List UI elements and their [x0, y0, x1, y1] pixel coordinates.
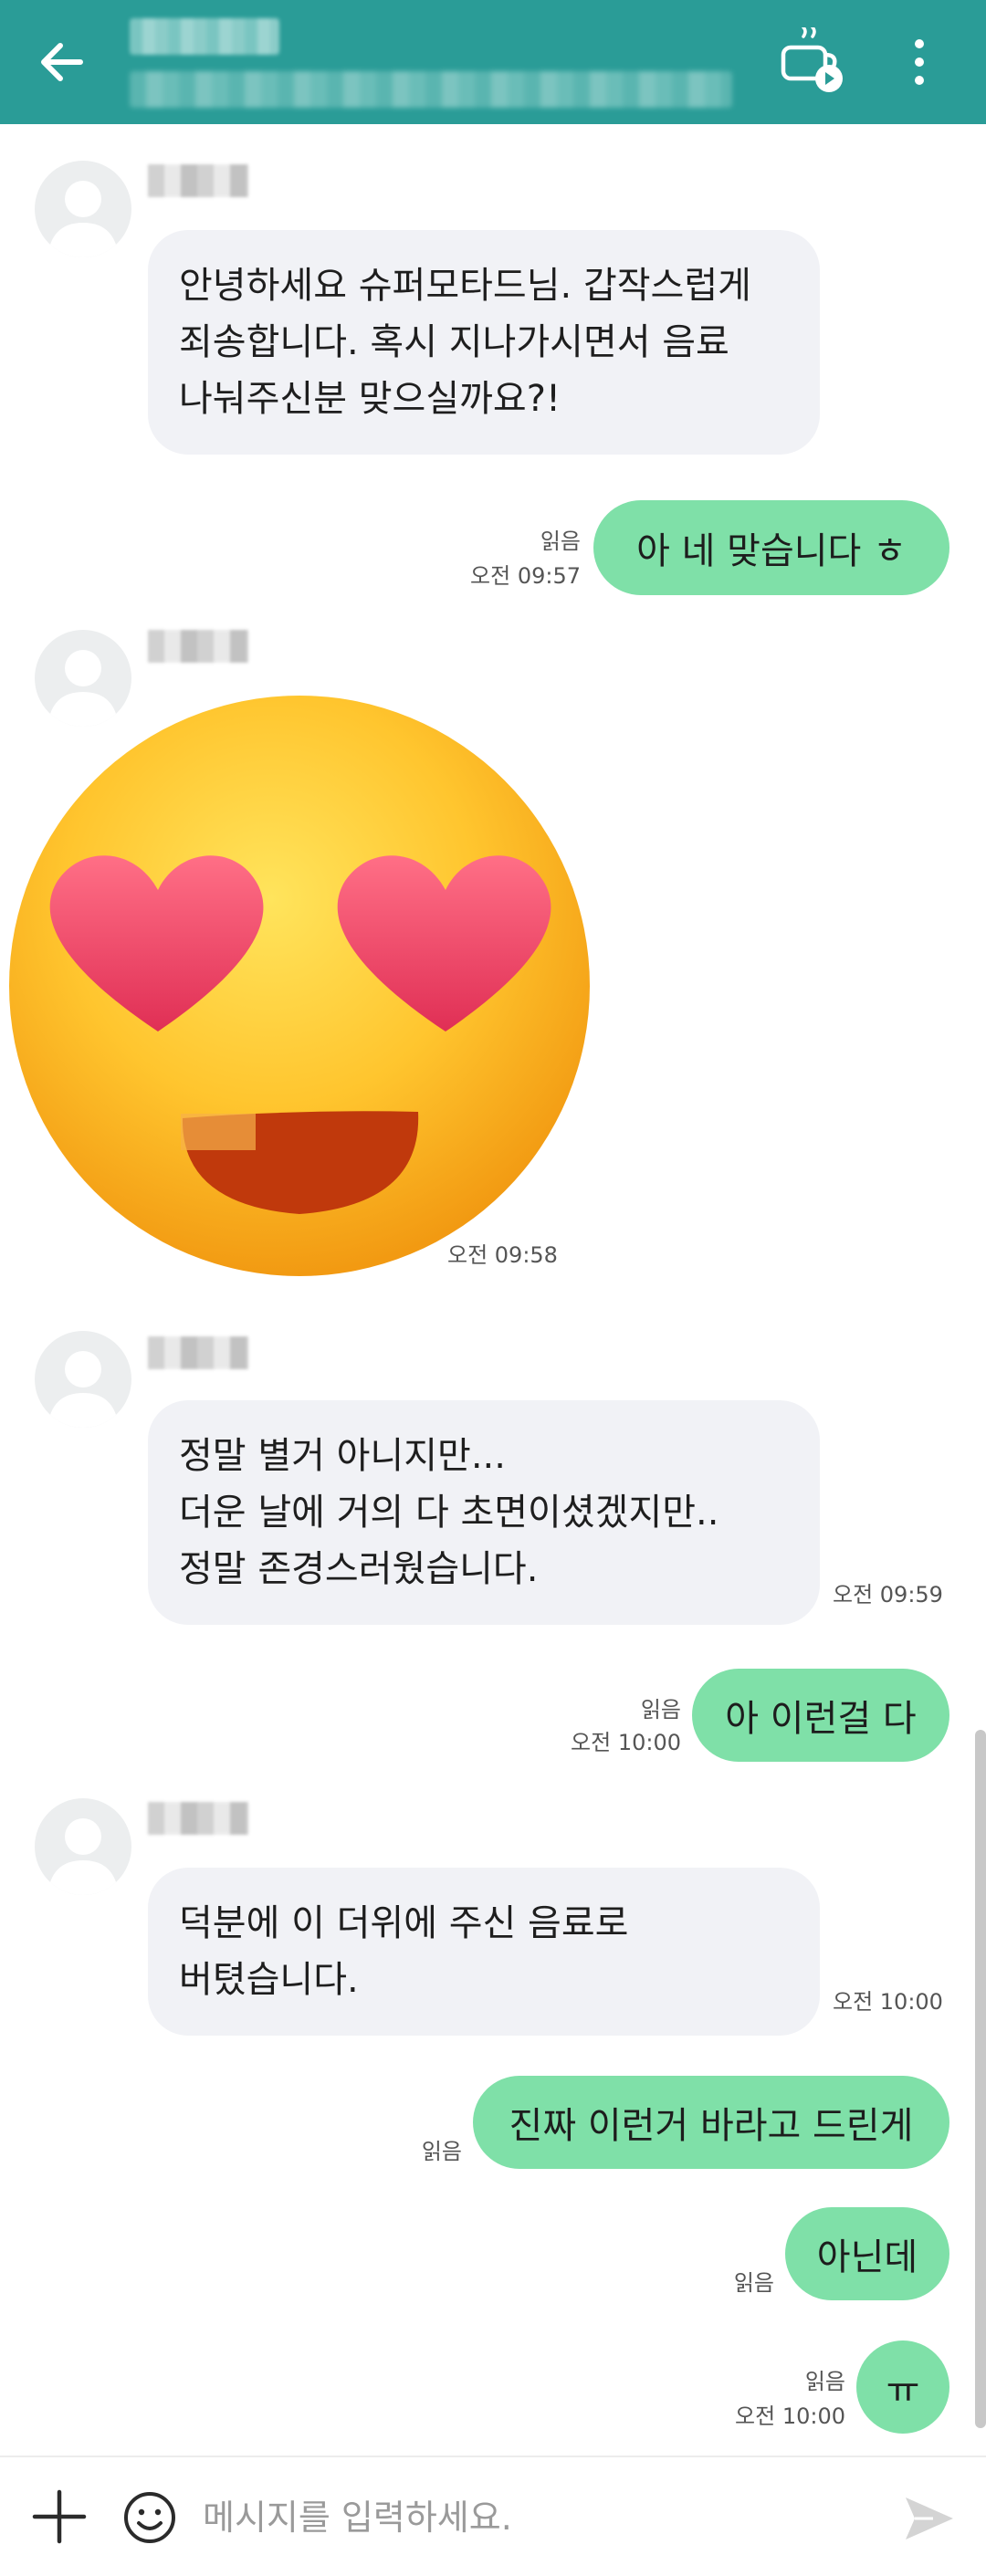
message-bubble-incoming[interactable]: 안녕하세요 슈퍼모타드님. 갑작스럽게 죄송합니다. 혹시 지나가시면서 음료 …: [148, 230, 820, 455]
message-bubble-incoming[interactable]: 덕분에 이 더위에 주신 음료로 버텼습니다.: [148, 1868, 820, 2036]
plus-icon: [32, 2489, 87, 2544]
back-button[interactable]: [33, 33, 91, 91]
sender-name-redacted: [148, 164, 248, 197]
coffee-cup-play-icon: [781, 26, 843, 92]
message-text: 진짜 이런거 바라고 드린게: [509, 2105, 914, 2147]
heart-eyes-emoji-icon: [9, 696, 590, 1276]
scrollbar[interactable]: [975, 1730, 986, 2428]
send-icon: [906, 2497, 953, 2539]
send-button[interactable]: [900, 2490, 957, 2547]
message-time: 오전 09:59: [833, 1582, 943, 1607]
message-line: 정말 존경스러웠습니다.: [179, 1548, 539, 1590]
message-time: 오전 10:00: [735, 2403, 845, 2429]
message-line: 나눠주신분 맞으실까요?!: [179, 378, 561, 420]
person-silhouette-icon: [47, 1818, 119, 1895]
chat-title-redacted: [130, 18, 279, 55]
avatar[interactable]: [35, 161, 131, 257]
read-receipt: 읽음: [540, 529, 581, 554]
message-time: 오전 10:00: [571, 1730, 681, 1755]
chat-subtitle-redacted: [130, 71, 732, 108]
chat-header: [0, 0, 986, 124]
message-text: ㅠ: [886, 2370, 920, 2412]
smiley-icon: [124, 2492, 175, 2543]
person-silhouette-icon: [47, 1351, 119, 1428]
message-text: 아 이런걸 다: [725, 1698, 917, 1740]
message-time: 오전 09:58: [447, 1242, 558, 1268]
read-receipt: 읽음: [804, 2369, 845, 2394]
read-receipt: 읽음: [733, 2270, 774, 2296]
message-bubble-outgoing[interactable]: 진짜 이런거 바라고 드린게: [473, 2076, 949, 2169]
read-receipt: 읽음: [640, 1697, 681, 1723]
read-receipt: 읽음: [421, 2139, 462, 2164]
attach-button[interactable]: [29, 2487, 89, 2547]
message-line: 더운 날에 거의 다 초면이셨겠지만..: [179, 1492, 719, 1534]
emoji-sticker-message[interactable]: [7, 694, 592, 1278]
emoji-button[interactable]: [122, 2490, 177, 2545]
message-bubble-outgoing[interactable]: 아 이런걸 다: [692, 1669, 949, 1762]
avatar[interactable]: [35, 1798, 131, 1895]
message-line: 안녕하세요 슈퍼모타드님. 갑작스럽게: [179, 265, 751, 307]
message-text: 아 네 맞습니다 ㅎ: [636, 530, 907, 572]
avatar[interactable]: [35, 1331, 131, 1428]
message-time: 오전 09:57: [470, 563, 581, 589]
sender-name-redacted: [148, 1802, 248, 1835]
sender-name-redacted: [148, 630, 248, 663]
person-silhouette-icon: [47, 181, 119, 257]
message-bubble-outgoing[interactable]: 아닌데: [785, 2207, 949, 2300]
coffee-button[interactable]: [776, 26, 845, 97]
message-text: 아닌데: [816, 2236, 918, 2278]
message-input-bar: [0, 2456, 986, 2576]
message-bubble-outgoing[interactable]: 아 네 맞습니다 ㅎ: [593, 500, 949, 595]
message-bubble-incoming[interactable]: 정말 별거 아니지만... 더운 날에 거의 다 초면이셨겠지만.. 정말 존경…: [148, 1400, 820, 1625]
message-line: 버텼습니다.: [179, 1959, 359, 2001]
message-line: 덕분에 이 더위에 주신 음료로: [179, 1902, 629, 1944]
message-line: 죄송합니다. 혹시 지나가시면서 음료: [179, 321, 729, 363]
message-time: 오전 10:00: [833, 1989, 943, 2015]
message-input[interactable]: [201, 2485, 880, 2550]
more-options-button[interactable]: [899, 33, 939, 91]
message-line: 정말 별거 아니지만...: [179, 1435, 506, 1477]
arrow-left-icon: [41, 43, 83, 81]
sender-name-redacted: [148, 1336, 248, 1369]
message-bubble-outgoing[interactable]: ㅠ: [856, 2340, 949, 2434]
more-vertical-icon: [915, 39, 924, 85]
